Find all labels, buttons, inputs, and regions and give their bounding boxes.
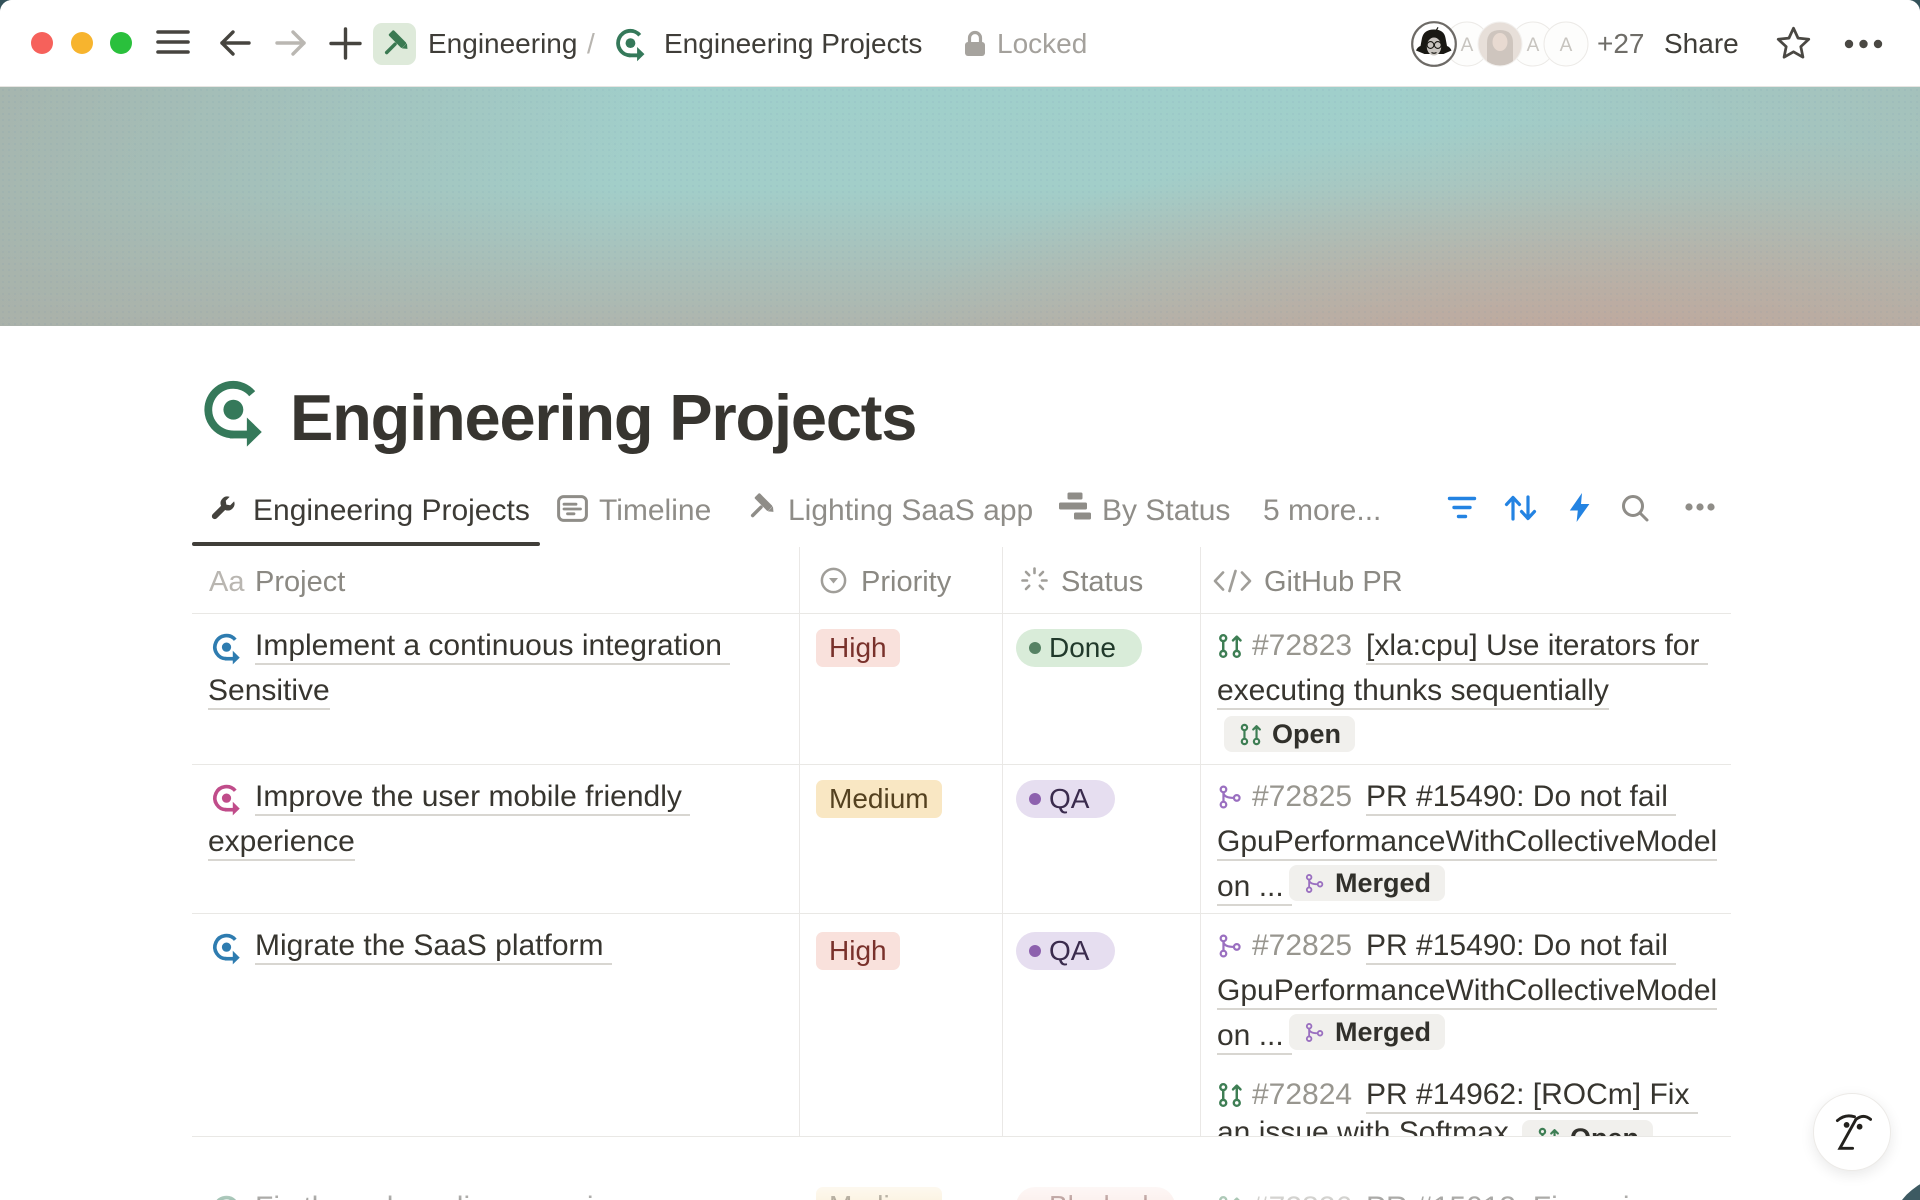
svg-text:A: A <box>1461 35 1474 56</box>
svg-text:A: A <box>1527 35 1540 56</box>
svg-text:A: A <box>1560 35 1573 56</box>
